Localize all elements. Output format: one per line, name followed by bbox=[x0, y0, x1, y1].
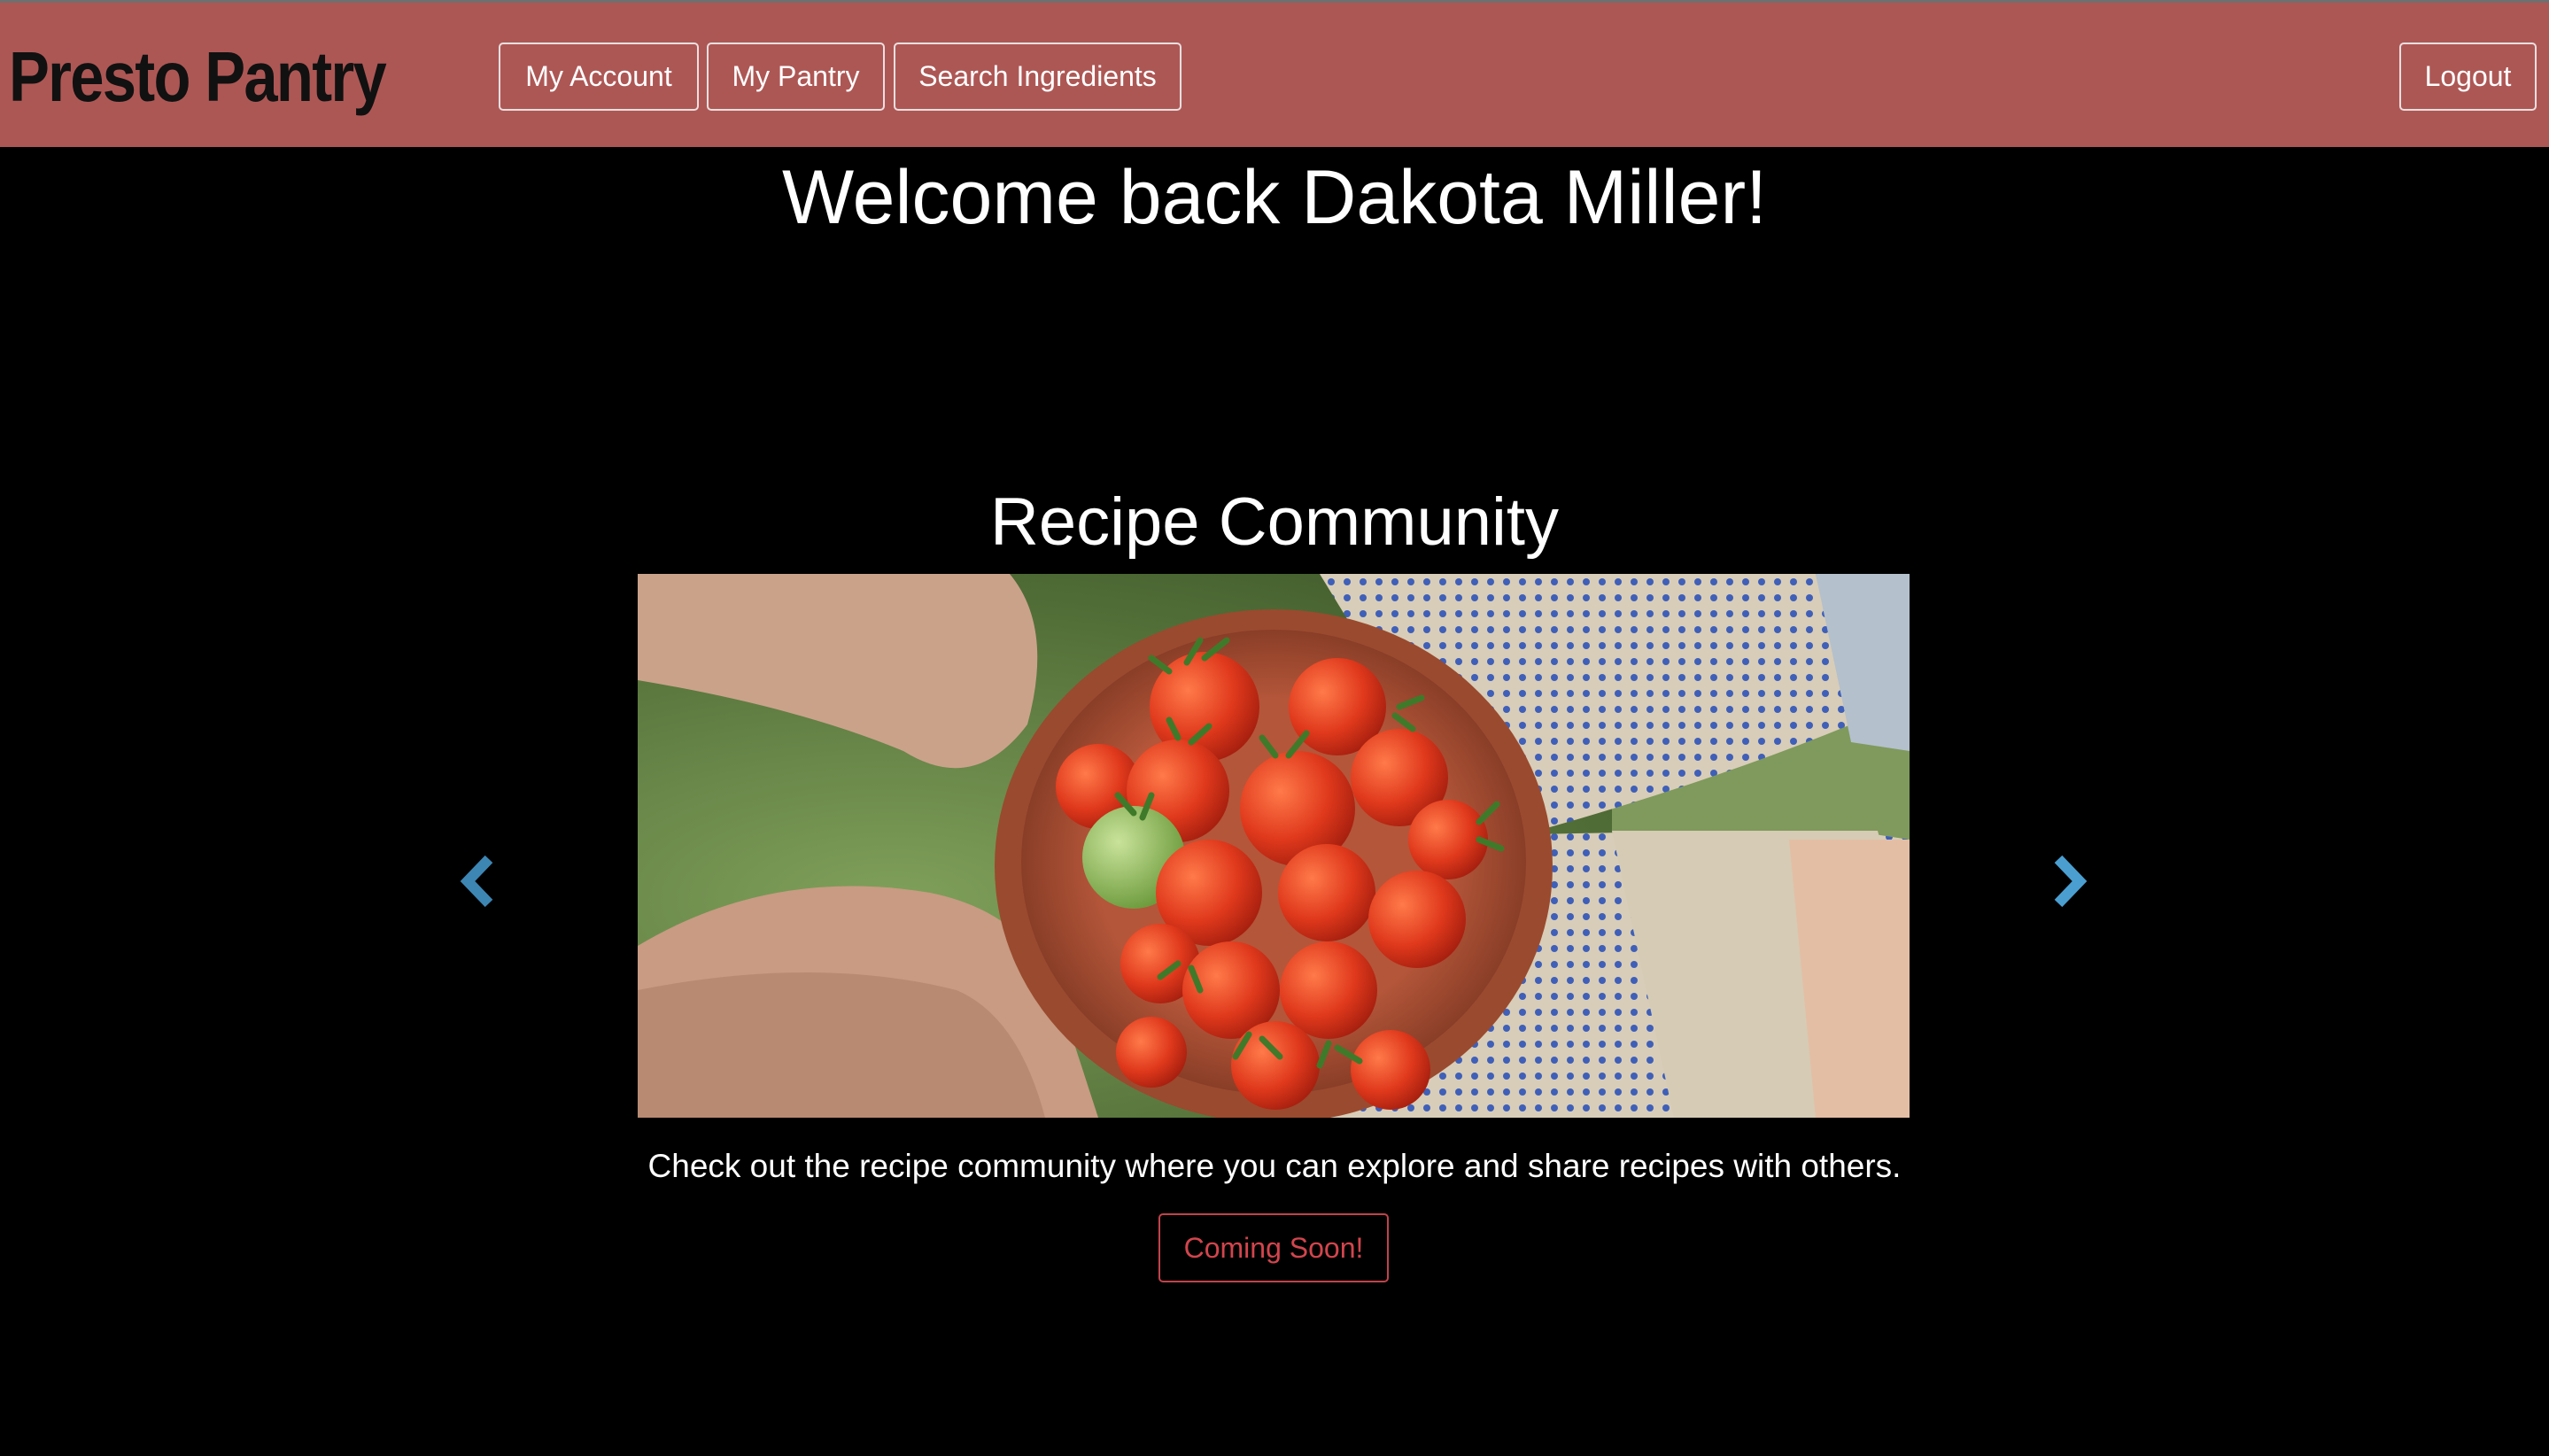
coming-soon-button[interactable]: Coming Soon! bbox=[1158, 1213, 1389, 1282]
my-pantry-button[interactable]: My Pantry bbox=[707, 43, 885, 111]
my-account-button[interactable]: My Account bbox=[499, 43, 699, 111]
carousel-caption: Check out the recipe community where you… bbox=[647, 1148, 1902, 1184]
chevron-right-icon bbox=[2054, 855, 2088, 908]
logout-button[interactable]: Logout bbox=[2399, 43, 2537, 111]
carousel-image bbox=[638, 574, 1910, 1118]
search-ingredients-button[interactable]: Search Ingredients bbox=[894, 43, 1182, 111]
top-navbar: Presto Pantry My Account My Pantry Searc… bbox=[0, 0, 2549, 147]
tomato-bowl-image bbox=[638, 574, 1910, 1118]
recipe-community-title: Recipe Community bbox=[990, 484, 1559, 560]
welcome-heading: Welcome back Dakota Miller! bbox=[782, 155, 1767, 240]
brand-logo[interactable]: Presto Pantry bbox=[9, 35, 387, 120]
carousel-next-button[interactable] bbox=[2042, 850, 2096, 912]
chevron-left-icon bbox=[460, 855, 493, 908]
carousel-prev-button[interactable] bbox=[452, 850, 505, 912]
